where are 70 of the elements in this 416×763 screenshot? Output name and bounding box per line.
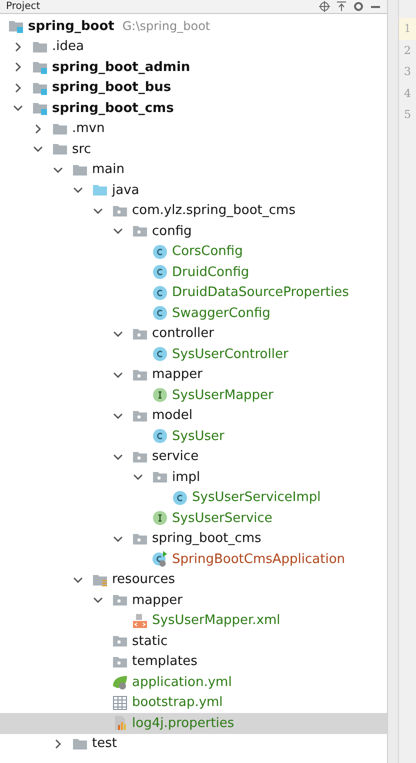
folder-icon	[92, 182, 108, 198]
tree-item[interactable]: mapper	[0, 590, 387, 610]
module-folder-icon	[32, 100, 48, 116]
scrollbar[interactable]	[388, 0, 399, 763]
line-number: 5	[403, 107, 412, 124]
tree-item[interactable]: log4j.properties	[0, 713, 387, 734]
leaf-file-icon	[112, 674, 128, 690]
module-folder-icon	[32, 59, 48, 76]
tree-item[interactable]: SysUserMapper	[0, 385, 387, 406]
properties-file-icon	[112, 715, 128, 732]
class-icon	[152, 428, 168, 444]
collapse-all-icon[interactable]	[336, 1, 347, 12]
line-number: 1	[399, 18, 416, 40]
tree-item[interactable]: SysUserService	[0, 508, 387, 528]
tree-item[interactable]: bootstrap.yml	[0, 692, 387, 713]
tree-item[interactable]: DruidDataSourceProperties	[0, 282, 387, 303]
tree-item[interactable]: controller	[0, 324, 387, 344]
tree-item[interactable]: main	[0, 160, 387, 180]
class-icon	[152, 305, 168, 322]
class-icon	[152, 244, 168, 260]
package-folder-icon	[132, 223, 148, 240]
module-folder-icon	[8, 18, 24, 34]
tree-item[interactable]: SpringBootCmsApplication	[0, 549, 387, 570]
tree-item[interactable]: SysUserController	[0, 344, 387, 364]
tree-item[interactable]: spring_boot_admin	[0, 57, 387, 78]
tree-item[interactable]: config	[0, 221, 387, 242]
tree-item[interactable]: SysUserMapper.xml	[0, 610, 387, 631]
tree-item[interactable]: .mvn	[0, 118, 387, 139]
interface-icon	[152, 387, 168, 404]
package-folder-icon	[112, 633, 128, 650]
tree-item[interactable]: src	[0, 139, 387, 160]
package-folder-icon	[112, 592, 128, 608]
tree-item[interactable]: resources	[0, 570, 387, 590]
tree-item[interactable]: spring_boot G:\spring_boot	[0, 16, 387, 36]
settings-icon[interactable]	[353, 1, 364, 12]
line-number: 3	[403, 64, 412, 80]
tree-item[interactable]: application.yml	[0, 672, 387, 692]
runnable-class-icon	[152, 551, 168, 568]
tree-item[interactable]: spring_boot_cms	[0, 528, 387, 549]
tree-item[interactable]: static	[0, 631, 387, 652]
locate-icon[interactable]	[319, 1, 330, 12]
tree-item[interactable]: impl	[0, 467, 387, 488]
tree-item[interactable]: DruidConfig	[0, 262, 387, 282]
tree-item[interactable]: spring_boot_bus	[0, 78, 387, 98]
tree-item[interactable]: com.ylz.spring_boot_cms	[0, 200, 387, 221]
class-icon	[152, 284, 168, 301]
tree-item[interactable]: mapper	[0, 364, 387, 385]
tree-item[interactable]: .idea	[0, 36, 387, 57]
package-folder-icon	[152, 469, 168, 486]
panel-title[interactable]: Project	[6, 1, 40, 12]
class-icon	[152, 346, 168, 362]
tree-item[interactable]: SwaggerConfig	[0, 303, 387, 324]
tree-item[interactable]: test	[0, 734, 387, 754]
line-number: 2	[403, 42, 412, 59]
tree-item[interactable]: SysUserServiceImpl	[0, 488, 387, 508]
class-icon	[172, 490, 188, 506]
folder-icon	[52, 141, 68, 158]
line-number: 4	[403, 86, 412, 102]
tree-item[interactable]: java	[0, 180, 387, 200]
xml-file-icon	[132, 612, 148, 629]
tree-item[interactable]: CorsConfig	[0, 242, 387, 262]
tree-item[interactable]: templates	[0, 652, 387, 672]
tree-item[interactable]: service	[0, 446, 387, 467]
project-path: G:\spring_boot	[122, 19, 210, 34]
table-file-icon	[112, 694, 128, 711]
tree-item[interactable]: SysUser	[0, 426, 387, 446]
tree-item[interactable]: spring_boot_cms	[0, 98, 387, 118]
tree-item[interactable]: model	[0, 406, 387, 426]
interface-icon	[152, 510, 168, 526]
class-icon	[152, 264, 168, 280]
